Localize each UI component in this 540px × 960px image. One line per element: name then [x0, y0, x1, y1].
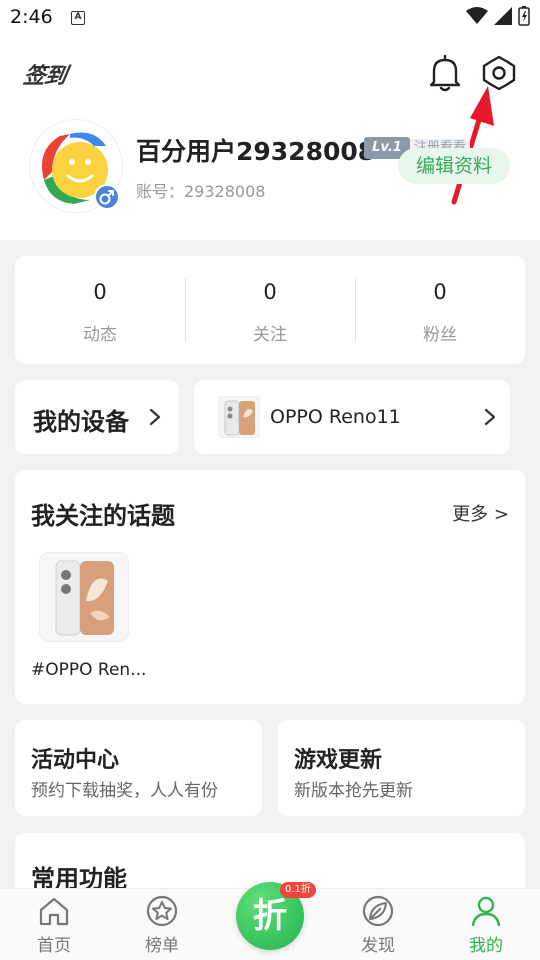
stats-card: 0 动态 0 关注 0 粉丝	[15, 256, 525, 364]
tab-home-label: 首页	[37, 936, 71, 956]
wifi-icon	[466, 7, 488, 24]
topic-label[interactable]: #OPPO Ren...	[31, 660, 146, 680]
activity-center-title: 活动中心	[31, 748, 120, 773]
divider	[355, 278, 356, 342]
compass-leaf-icon	[362, 895, 394, 927]
home-icon	[39, 897, 69, 926]
tab-mine-label: 我的	[469, 936, 503, 956]
notification-app-icon: A	[71, 11, 85, 25]
tab-home[interactable]: 首页	[9, 889, 99, 960]
signin-button[interactable]: 签到	[21, 58, 69, 90]
user-icon	[471, 896, 501, 927]
my-devices-button[interactable]: 我的设备	[15, 380, 179, 454]
tab-rank-label: 榜单	[145, 936, 179, 956]
stat-followers-value: 0	[433, 280, 447, 304]
my-devices-title: 我的设备	[33, 408, 129, 436]
stat-posts-label: 动态	[83, 325, 117, 345]
tab-rank[interactable]: 榜单	[117, 889, 207, 960]
account-id: 账号：29328008	[136, 182, 266, 201]
tab-discover-label: 发现	[361, 936, 395, 956]
status-time: 2:46	[10, 6, 53, 28]
stat-followers-label: 粉丝	[423, 325, 457, 345]
game-updates-card[interactable]: 游戏更新 新版本抢先更新	[278, 720, 525, 816]
stat-posts-value: 0	[93, 280, 107, 304]
divider	[185, 278, 186, 342]
device-oppo-reno11[interactable]: OPPO Reno11	[194, 380, 510, 454]
status-bar: 2:46 A	[0, 0, 540, 40]
tab-mine[interactable]: 我的	[441, 889, 531, 960]
topics-more-link[interactable]: 更多 >	[452, 500, 509, 526]
signal-icon	[494, 7, 512, 25]
topic-thumbnail[interactable]	[39, 552, 129, 642]
stat-followers[interactable]: 0 粉丝	[355, 256, 525, 364]
battery-icon	[518, 6, 530, 26]
edit-profile-button[interactable]: 编辑资料	[398, 148, 510, 184]
tab-discover[interactable]: 发现	[333, 889, 423, 960]
stat-following-value: 0	[263, 280, 277, 304]
game-updates-subtitle: 新版本抢先更新	[294, 781, 413, 801]
device-name: OPPO Reno11	[270, 406, 401, 428]
star-icon	[146, 895, 178, 927]
male-gender-icon	[94, 184, 120, 210]
stat-following[interactable]: 0 关注	[185, 256, 355, 364]
chevron-right-icon	[149, 408, 161, 426]
chevron-right-icon	[484, 408, 496, 426]
discount-badge: 0.1折	[280, 882, 316, 898]
followed-topics-card: 我关注的话题 更多 > #OPPO Ren...	[15, 470, 525, 704]
username: 百分用户29328008	[136, 137, 376, 166]
phone-thumbnail-icon	[218, 396, 260, 438]
activity-center-card[interactable]: 活动中心 预约下载抽奖，人人有份	[15, 720, 262, 816]
activity-center-subtitle: 预约下载抽奖，人人有份	[31, 781, 218, 801]
stat-following-label: 关注	[253, 325, 287, 345]
stat-posts[interactable]: 0 动态	[15, 256, 185, 364]
followed-topics-title: 我关注的话题	[31, 502, 175, 530]
game-updates-title: 游戏更新	[294, 748, 383, 773]
